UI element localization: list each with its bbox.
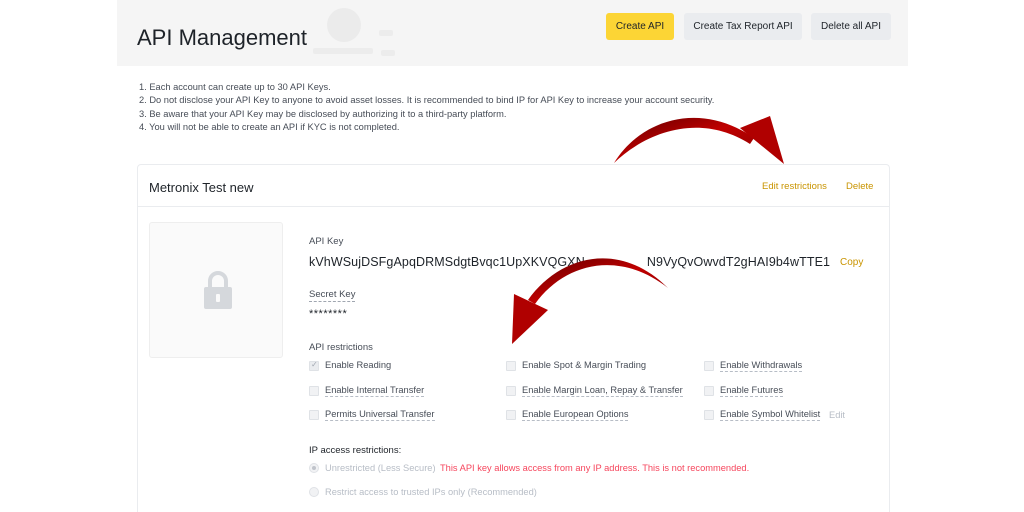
option-label: Enable Withdrawals bbox=[720, 360, 803, 372]
checkbox[interactable] bbox=[704, 386, 714, 396]
option-label: Permits Universal Transfer bbox=[325, 409, 435, 421]
option-label: Enable Margin Loan, Repay & Transfer bbox=[522, 385, 683, 397]
ip-restrictions-label: IP access restrictions: bbox=[309, 445, 402, 456]
api-key-label: API Key bbox=[309, 236, 344, 247]
option-label: Enable Symbol Whitelist bbox=[720, 409, 821, 421]
option-label: Enable Spot & Margin Trading bbox=[522, 360, 647, 370]
restricted-ips-radio[interactable] bbox=[309, 487, 319, 497]
unrestricted-label: Unrestricted (Less Secure) bbox=[325, 463, 436, 473]
avatar bbox=[327, 8, 361, 42]
blurred-text bbox=[379, 30, 393, 36]
checkbox[interactable] bbox=[309, 386, 319, 396]
create-tax-report-api-button[interactable]: Create Tax Report API bbox=[684, 13, 802, 40]
note-item: 1. Each account can create up to 30 API … bbox=[139, 82, 331, 92]
lock-icon bbox=[204, 271, 232, 309]
api-key-card: Metronix Test new Edit restrictions Dele… bbox=[137, 164, 890, 512]
option-label: Enable Internal Transfer bbox=[325, 385, 425, 397]
secret-key-label: Secret Key bbox=[309, 289, 356, 302]
checkbox[interactable] bbox=[704, 361, 714, 371]
checkbox[interactable] bbox=[309, 410, 319, 420]
option-label: Enable Reading bbox=[325, 360, 392, 370]
checkbox[interactable] bbox=[309, 360, 319, 371]
option-label: Enable Futures bbox=[720, 385, 784, 397]
api-notes: 1. Each account can create up to 30 API … bbox=[139, 81, 714, 135]
api-restrictions-label: API restrictions bbox=[309, 342, 373, 353]
checkbox[interactable] bbox=[704, 410, 714, 420]
blurred-text bbox=[313, 48, 373, 54]
api-key-value: kVhWSujDSFgApqDRMSdgtBvqc1UpXKVQGXN N9VyQ… bbox=[309, 255, 830, 269]
checkbox[interactable] bbox=[506, 386, 516, 396]
copy-button[interactable]: Copy bbox=[840, 257, 863, 268]
option-label: Enable European Options bbox=[522, 409, 629, 421]
note-item: 3. Be aware that your API Key may be dis… bbox=[139, 108, 507, 119]
delete-link[interactable]: Delete bbox=[846, 181, 873, 192]
api-key-value-part: N9VyQvOwvdT2gHAI9b4wTTE1 bbox=[646, 255, 831, 269]
page-title: API Management bbox=[137, 25, 307, 50]
note-item: 4. You will not be able to create an API… bbox=[139, 122, 400, 133]
restricted-ips-label: Restrict access to trusted IPs only (Rec… bbox=[325, 487, 537, 497]
api-key-value-part: kVhWSujDSFgApqDRMSdgtBvqc1UpXKVQGXN bbox=[309, 255, 585, 269]
api-key-name: Metronix Test new bbox=[149, 180, 254, 195]
whitelist-edit-link[interactable]: Edit bbox=[829, 410, 845, 420]
unrestricted-radio[interactable] bbox=[309, 463, 319, 473]
card-header: Metronix Test new Edit restrictions Dele… bbox=[138, 165, 889, 207]
checkbox[interactable] bbox=[506, 361, 516, 371]
secret-key-value: ******** bbox=[309, 308, 348, 320]
create-api-button[interactable]: Create API bbox=[606, 13, 674, 40]
page-header: API Management Create API Create Tax Rep… bbox=[117, 0, 908, 66]
blurred-text bbox=[381, 50, 395, 56]
note-item: 2. Do not disclose your API Key to anyon… bbox=[139, 95, 715, 106]
checkbox[interactable] bbox=[506, 410, 516, 420]
qr-code-placeholder bbox=[149, 222, 283, 358]
delete-all-api-button[interactable]: Delete all API bbox=[811, 13, 891, 40]
ip-warning-text: This API key allows access from any IP a… bbox=[440, 463, 750, 473]
edit-restrictions-link[interactable]: Edit restrictions bbox=[762, 181, 827, 192]
